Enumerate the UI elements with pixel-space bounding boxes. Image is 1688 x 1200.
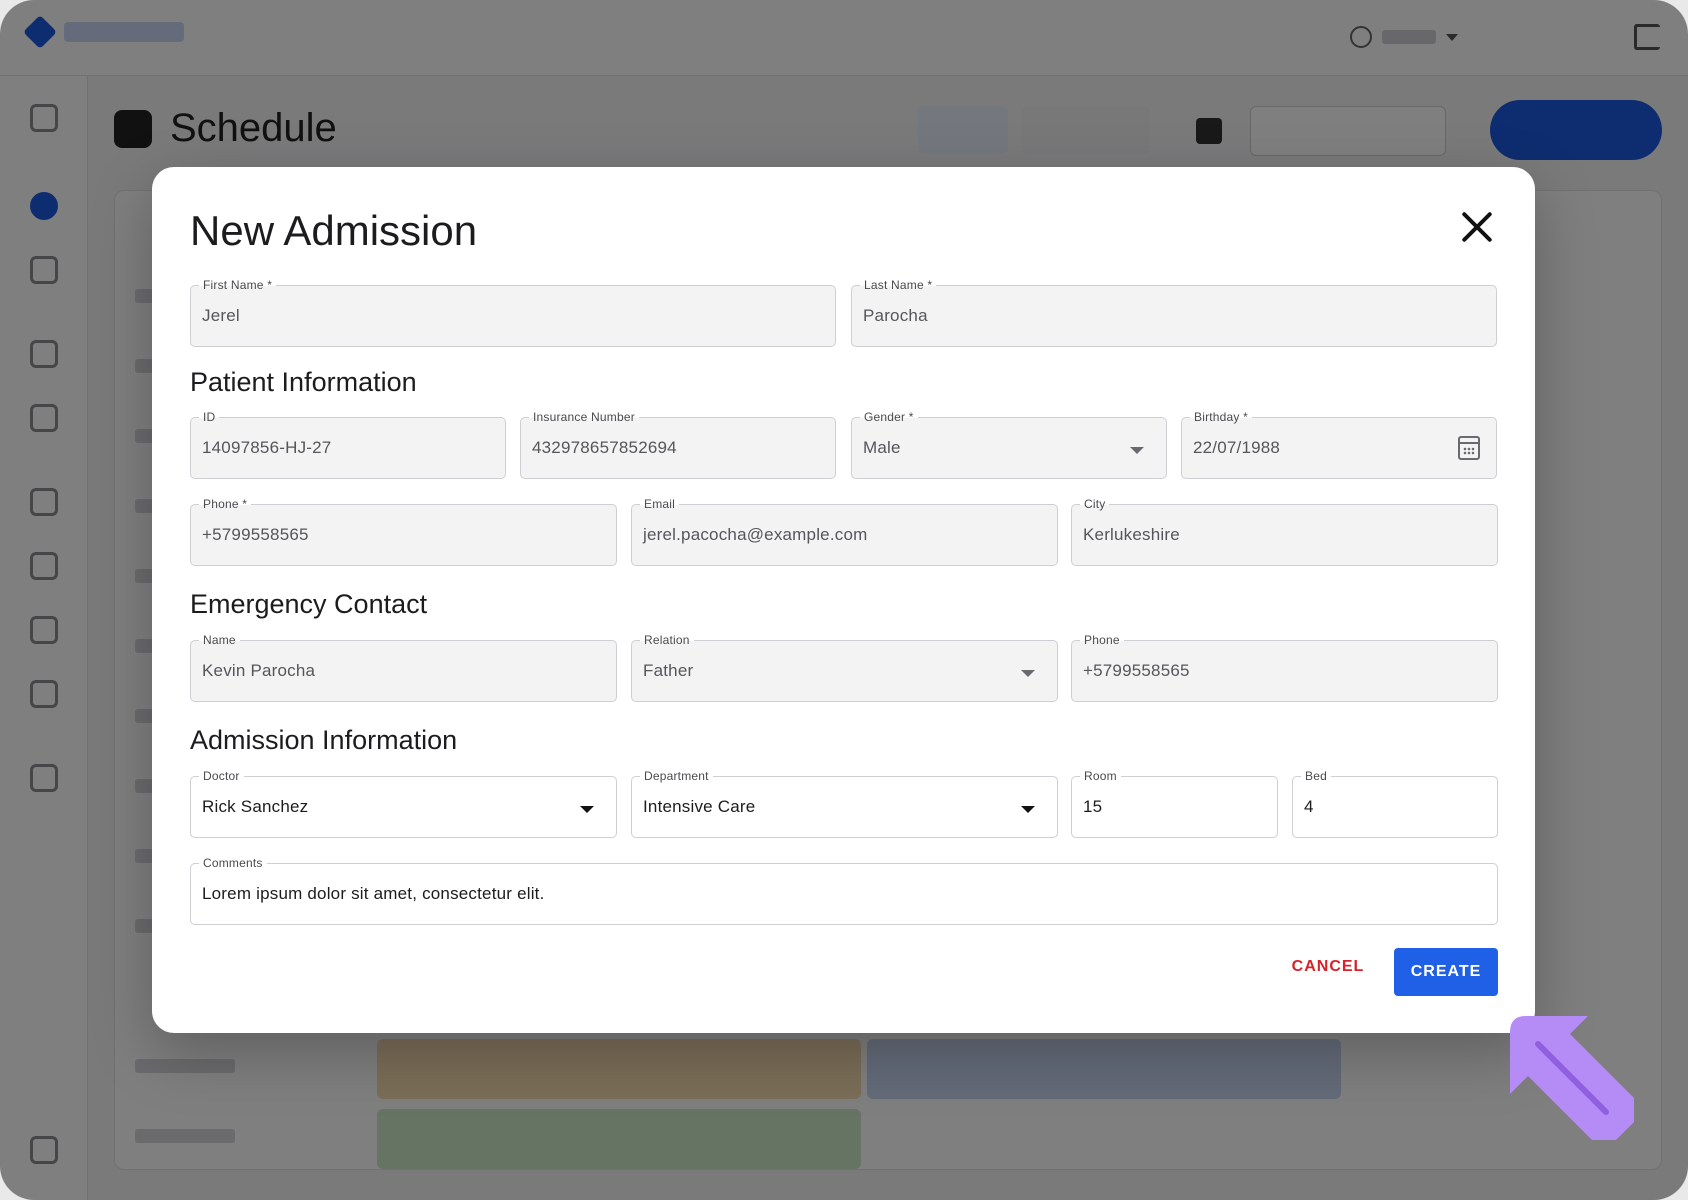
emergency-phone-value: +5799558565 <box>1083 661 1190 680</box>
city-label: City <box>1080 496 1110 512</box>
birthday-label: Birthday * <box>1190 409 1253 425</box>
patient-phone-value: +5799558565 <box>202 525 309 544</box>
chevron-down-icon <box>1021 670 1035 677</box>
patient-information-heading: Patient Information <box>190 367 417 397</box>
bed-label: Bed <box>1301 768 1331 784</box>
doctor-label: Doctor <box>199 768 244 784</box>
last-name-value: Parocha <box>863 306 928 325</box>
patient-id-field[interactable]: ID 14097856-HJ-27 <box>190 409 506 479</box>
last-name-label: Last Name * <box>860 277 937 293</box>
department-select[interactable]: Department Intensive Care <box>631 768 1058 838</box>
bed-value: 4 <box>1304 797 1314 816</box>
create-button[interactable]: CREATE <box>1394 948 1498 996</box>
gender-label: Gender * <box>860 409 918 425</box>
emergency-phone-label: Phone <box>1080 632 1124 648</box>
room-label: Room <box>1080 768 1121 784</box>
emergency-name-label: Name <box>199 632 240 648</box>
department-value: Intensive Care <box>643 797 756 816</box>
patient-id-value: 14097856-HJ-27 <box>202 438 332 457</box>
emergency-phone-field[interactable]: Phone +5799558565 <box>1071 632 1498 702</box>
calendar-icon[interactable] <box>1458 436 1480 460</box>
admission-information-heading: Admission Information <box>190 725 458 755</box>
insurance-number-field[interactable]: Insurance Number 432978657852694 <box>520 409 836 479</box>
cancel-button[interactable]: CANCEL <box>1282 947 1374 987</box>
chevron-down-icon <box>1021 806 1035 813</box>
pointer-arrow-icon <box>1510 1016 1634 1140</box>
gender-select[interactable]: Gender * Male <box>851 409 1167 479</box>
relation-select[interactable]: Relation Father <box>631 632 1058 702</box>
insurance-number-label: Insurance Number <box>529 409 639 425</box>
patient-phone-field[interactable]: Phone * +5799558565 <box>190 496 617 566</box>
relation-value: Father <box>643 661 694 680</box>
new-admission-dialog: New Admission First Name * Jerel Last Na… <box>152 167 1535 1033</box>
emergency-contact-heading: Emergency Contact <box>190 589 428 619</box>
birthday-field[interactable]: Birthday * 22/07/1988 <box>1181 409 1497 479</box>
department-label: Department <box>640 768 713 784</box>
room-value: 15 <box>1083 797 1103 816</box>
doctor-value: Rick Sanchez <box>202 797 309 816</box>
email-field[interactable]: Email jerel.pacocha@example.com <box>631 496 1058 566</box>
comments-label: Comments <box>199 855 267 871</box>
last-name-field[interactable]: Last Name * Parocha <box>851 277 1497 347</box>
first-name-value: Jerel <box>202 306 240 325</box>
emergency-name-value: Kevin Parocha <box>202 661 316 680</box>
first-name-field[interactable]: First Name * Jerel <box>190 277 836 347</box>
room-field[interactable]: Room 15 <box>1071 768 1278 838</box>
relation-label: Relation <box>640 632 694 648</box>
chevron-down-icon <box>1130 447 1144 454</box>
dialog-title: New Admission <box>190 207 478 254</box>
birthday-value: 22/07/1988 <box>1193 438 1281 457</box>
first-name-label: First Name * <box>199 277 277 293</box>
patient-id-label: ID <box>199 409 220 425</box>
comments-value: Lorem ipsum dolor sit amet, consectetur … <box>202 884 545 903</box>
insurance-number-value: 432978657852694 <box>532 438 677 457</box>
city-value: Kerlukeshire <box>1083 525 1180 544</box>
bed-field[interactable]: Bed 4 <box>1292 768 1498 838</box>
city-field[interactable]: City Kerlukeshire <box>1071 496 1498 566</box>
patient-phone-label: Phone * <box>199 496 252 512</box>
close-icon[interactable] <box>1459 209 1495 245</box>
comments-field[interactable]: Comments Lorem ipsum dolor sit amet, con… <box>190 855 1498 925</box>
chevron-down-icon <box>580 806 594 813</box>
emergency-name-field[interactable]: Name Kevin Parocha <box>190 632 617 702</box>
gender-value: Male <box>863 438 901 457</box>
doctor-select[interactable]: Doctor Rick Sanchez <box>190 768 617 838</box>
email-value: jerel.pacocha@example.com <box>643 525 868 544</box>
email-label: Email <box>640 496 680 512</box>
